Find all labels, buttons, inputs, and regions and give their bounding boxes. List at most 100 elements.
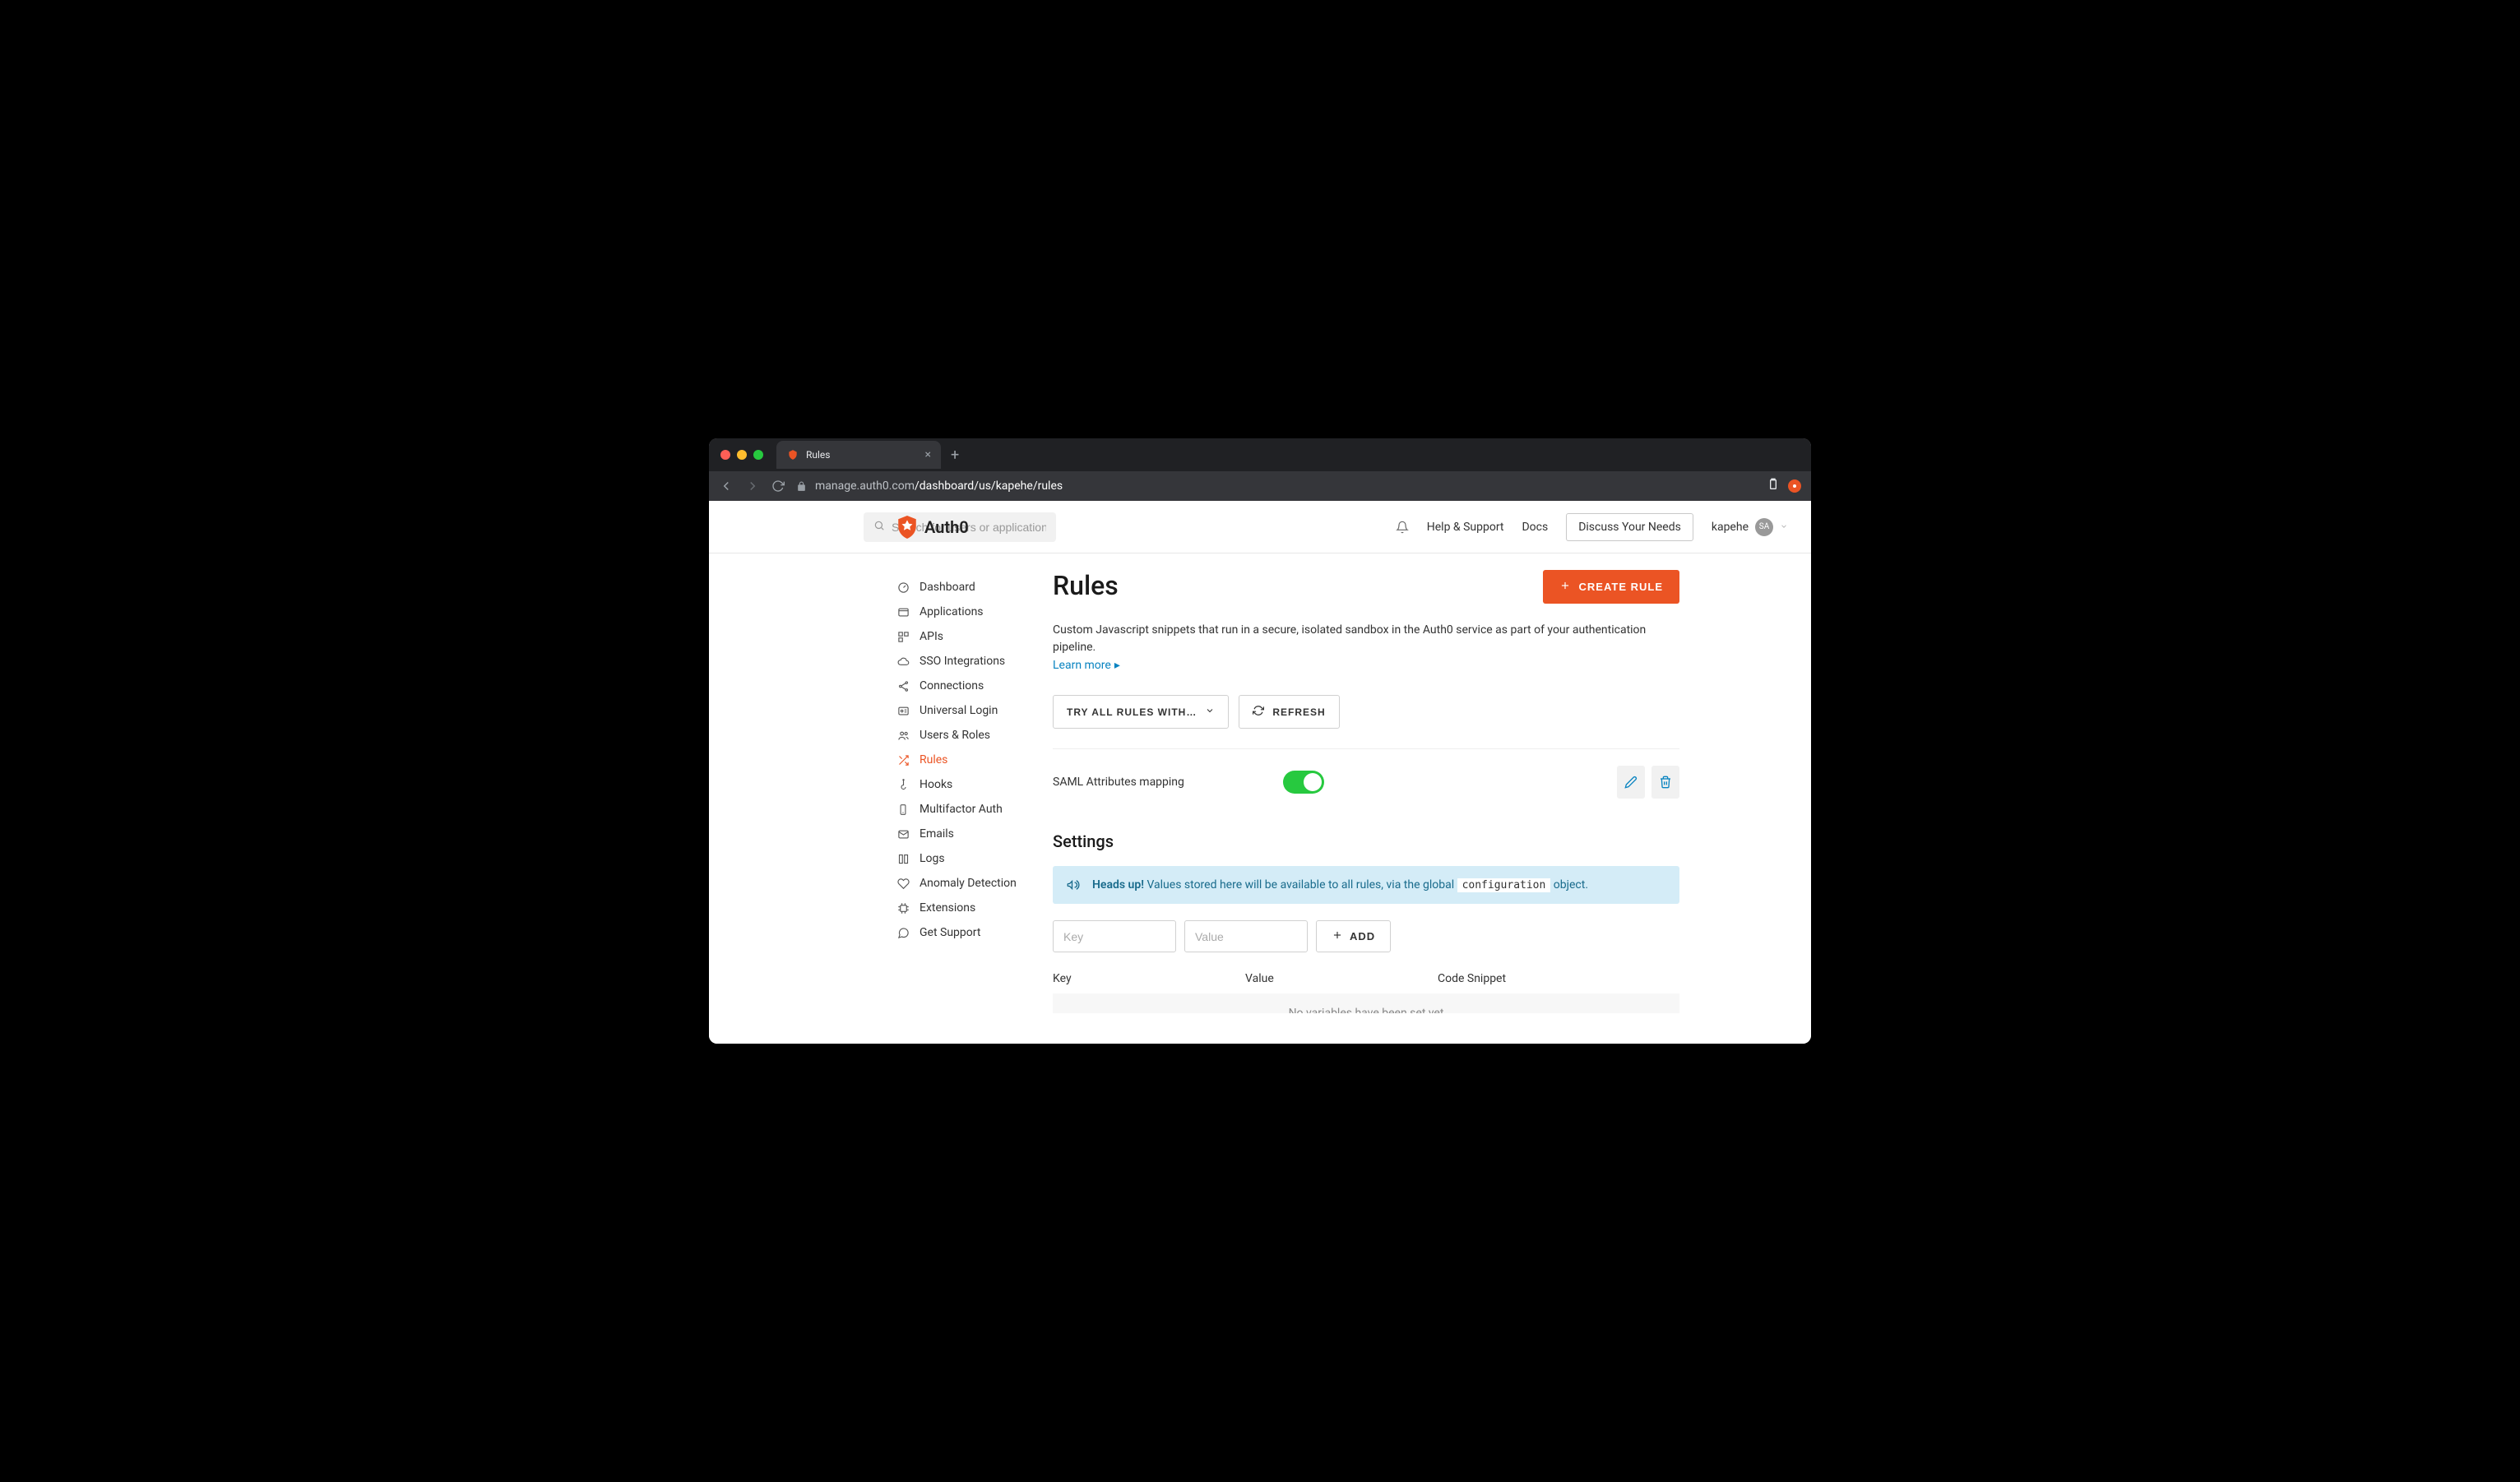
sidebar-item-label: Applications [920, 605, 984, 618]
sidebar-item-label: SSO Integrations [920, 655, 1005, 668]
learn-more-link[interactable]: Learn more ▸ [1053, 659, 1120, 672]
sidebar-item-connections[interactable]: Connections [896, 674, 1053, 698]
shuffle-icon [896, 753, 910, 766]
tab-close-icon[interactable]: × [925, 448, 931, 461]
add-label: ADD [1350, 930, 1375, 942]
top-right-nav: Help & Support Docs Discuss Your Needs k… [1396, 513, 1788, 541]
browser-chrome: Rules × + manage.auth0.com/dashboard/us/… [709, 438, 1811, 501]
brand-logo[interactable]: Auth0 [896, 516, 969, 539]
variables-empty-state: No variables have been set yet [1053, 993, 1679, 1013]
arrow-right-icon: ▸ [1114, 659, 1120, 672]
window-minimize-icon[interactable] [737, 450, 747, 460]
window-icon [896, 605, 910, 618]
discuss-needs-button[interactable]: Discuss Your Needs [1566, 513, 1693, 541]
sidebar-item-label: Rules [920, 753, 947, 766]
id-icon [896, 704, 910, 717]
docs-link[interactable]: Docs [1522, 521, 1548, 534]
lock-icon [796, 481, 807, 492]
sidebar-item-label: Logs [920, 852, 945, 865]
brand-name: Auth0 [924, 517, 969, 537]
value-input[interactable] [1184, 920, 1308, 952]
heart-icon [896, 877, 910, 890]
try-all-rules-button[interactable]: TRY ALL RULES WITH… [1053, 695, 1229, 729]
search-icon [873, 519, 885, 535]
url-text: manage.auth0.com/dashboard/us/kapehe/rul… [815, 479, 1063, 493]
edit-rule-button[interactable] [1617, 766, 1645, 799]
new-tab-button[interactable]: + [951, 447, 959, 464]
rule-actions [1617, 766, 1679, 799]
refresh-label: REFRESH [1272, 706, 1325, 718]
tab-bar: Rules × + [709, 438, 1811, 471]
address-bar-row: manage.auth0.com/dashboard/us/kapehe/rul… [709, 471, 1811, 501]
sidebar-item-rules[interactable]: Rules [896, 748, 1053, 772]
plus-icon [1559, 580, 1571, 594]
tab-title: Rules [806, 449, 919, 461]
settings-heading: Settings [1053, 831, 1679, 851]
sidebar-item-label: Dashboard [920, 581, 975, 594]
sidebar-item-multifactor-auth[interactable]: Multifactor Auth [896, 797, 1053, 822]
top-nav: Auth0 Help & Support Docs Discuss Your N… [709, 501, 1811, 553]
settings-notice: Heads up! Values stored here will be ava… [1053, 866, 1679, 904]
sidebar-item-hooks[interactable]: Hooks [896, 772, 1053, 797]
nav-reload-button[interactable] [771, 479, 785, 493]
cloud-icon [896, 655, 910, 668]
sidebar-item-users-roles[interactable]: Users & Roles [896, 723, 1053, 748]
sidebar-item-anomaly-detection[interactable]: Anomaly Detection [896, 871, 1053, 896]
avatar: SA [1755, 518, 1773, 536]
hook-icon [896, 778, 910, 791]
logo-icon [896, 516, 918, 539]
phone-icon [896, 803, 910, 816]
sidebar-item-dashboard[interactable]: Dashboard [896, 575, 1053, 600]
username-label: kapehe [1712, 521, 1749, 534]
nav-back-button[interactable] [719, 479, 734, 493]
sidebar-item-get-support[interactable]: Get Support [896, 920, 1053, 945]
try-all-rules-label: TRY ALL RULES WITH… [1067, 706, 1197, 718]
chip-icon [896, 901, 910, 915]
clipboard-icon[interactable] [1767, 478, 1780, 494]
create-rule-label: CREATE RULE [1579, 581, 1663, 593]
delete-rule-button[interactable] [1651, 766, 1679, 799]
sidebar-item-sso-integrations[interactable]: SSO Integrations [896, 649, 1053, 674]
chevron-down-icon [1205, 706, 1215, 718]
sidebar-item-label: Hooks [920, 778, 952, 791]
page-title: Rules [1053, 570, 1119, 601]
book-icon [896, 852, 910, 865]
window-maximize-icon[interactable] [753, 450, 763, 460]
browser-window: Rules × + manage.auth0.com/dashboard/us/… [709, 438, 1811, 1044]
gauge-icon [896, 581, 910, 594]
notifications-icon[interactable] [1396, 521, 1409, 534]
window-close-icon[interactable] [720, 450, 730, 460]
address-bar[interactable]: manage.auth0.com/dashboard/us/kapehe/rul… [796, 479, 1755, 493]
notice-text: Heads up! Values stored here will be ava… [1092, 878, 1588, 892]
sidebar-item-label: Users & Roles [920, 729, 990, 742]
page-header: Rules CREATE RULE [1053, 570, 1679, 604]
sidebar-item-logs[interactable]: Logs [896, 846, 1053, 871]
mail-icon [896, 827, 910, 841]
variables-table-header: Key Value Code Snippet [1053, 972, 1679, 993]
browser-tab[interactable]: Rules × [776, 441, 941, 469]
add-variable-button[interactable]: ADD [1316, 920, 1391, 952]
extension-icon[interactable] [1788, 479, 1801, 493]
chrome-right-icons [1767, 478, 1801, 494]
megaphone-icon [1066, 878, 1081, 892]
chat-icon [896, 926, 910, 939]
share-icon [896, 679, 910, 692]
sidebar-item-emails[interactable]: Emails [896, 822, 1053, 846]
sidebar-item-extensions[interactable]: Extensions [896, 896, 1053, 920]
sidebar-item-label: Get Support [920, 926, 980, 939]
refresh-button[interactable]: REFRESH [1239, 695, 1339, 729]
sidebar-item-label: Connections [920, 679, 984, 692]
refresh-icon [1253, 705, 1264, 719]
sidebar-item-applications[interactable]: Applications [896, 600, 1053, 624]
help-support-link[interactable]: Help & Support [1427, 521, 1504, 534]
user-menu[interactable]: kapehe SA [1712, 518, 1788, 536]
rule-enabled-toggle[interactable] [1283, 771, 1324, 794]
nav-forward-button[interactable] [745, 479, 760, 493]
sidebar-item-apis[interactable]: APIs [896, 624, 1053, 649]
create-rule-button[interactable]: CREATE RULE [1543, 570, 1679, 604]
action-row: TRY ALL RULES WITH… REFRESH [1053, 695, 1679, 749]
rule-name[interactable]: SAML Attributes mapping [1053, 776, 1184, 789]
users-icon [896, 729, 910, 742]
key-input[interactable] [1053, 920, 1176, 952]
sidebar-item-universal-login[interactable]: Universal Login [896, 698, 1053, 723]
